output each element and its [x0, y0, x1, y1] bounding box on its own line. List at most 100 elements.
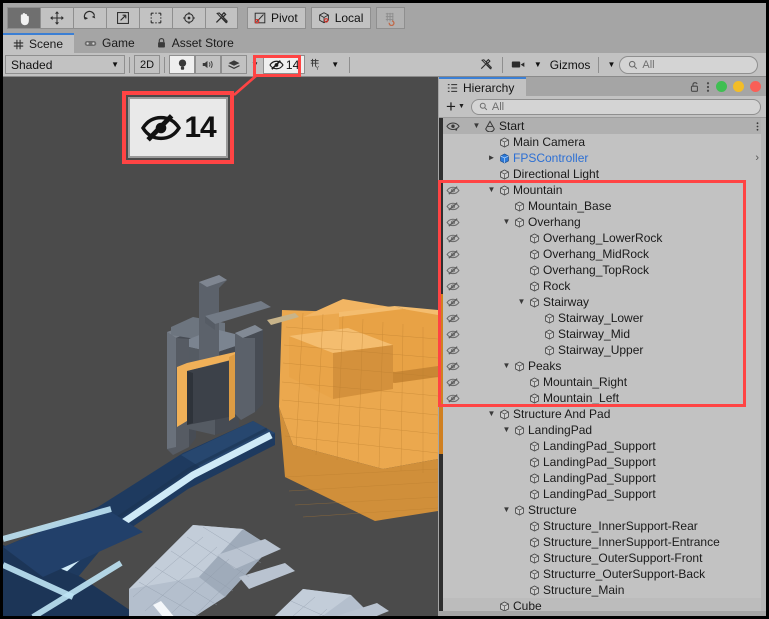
- transform-tool-button[interactable]: [172, 7, 205, 29]
- hidden-eye-off-icon[interactable]: [439, 294, 466, 310]
- hierarchy-row[interactable]: LandingPad_Support: [439, 454, 766, 470]
- hidden-eye-off-icon[interactable]: [439, 374, 466, 390]
- hidden-eye-off-icon[interactable]: [439, 230, 466, 246]
- hidden-eye-off-icon[interactable]: [439, 246, 466, 262]
- hierarchy-row[interactable]: Structure_Main: [439, 582, 766, 598]
- hierarchy-row[interactable]: LandingPad_Support: [439, 486, 766, 502]
- scene-camera-dropdown[interactable]: ▼: [530, 55, 546, 74]
- effects-icon: [227, 59, 241, 71]
- collapse-arrow-icon[interactable]: ▼: [502, 426, 511, 434]
- hierarchy-row[interactable]: Mountain_Left: [439, 390, 766, 406]
- collapse-arrow-icon[interactable]: ▼: [487, 186, 496, 194]
- hierarchy-row[interactable]: Structure_InnerSupport-Rear: [439, 518, 766, 534]
- hierarchy-row[interactable]: Mountain_Base: [439, 198, 766, 214]
- local-toggle-button[interactable]: Local: [311, 7, 372, 29]
- hidden-eye-off-icon[interactable]: [439, 390, 466, 406]
- hidden-eye-off-icon[interactable]: [439, 182, 466, 198]
- draw-mode-dropdown[interactable]: Shaded ▼: [5, 55, 125, 74]
- hierarchy-row[interactable]: ▼Overhang: [439, 214, 766, 230]
- hierarchy-row[interactable]: ▼Mountain: [439, 182, 766, 198]
- gizmos-button[interactable]: Gizmos: [546, 55, 595, 74]
- hierarchy-row[interactable]: ▼Stairway: [439, 294, 766, 310]
- hierarchy-row[interactable]: Overhang_TopRock: [439, 262, 766, 278]
- snap-toggle-button[interactable]: [376, 7, 405, 29]
- hidden-eye-off-icon[interactable]: [439, 214, 466, 230]
- hidden-eye-off-icon[interactable]: [439, 326, 466, 342]
- scene-audio-button[interactable]: [195, 55, 221, 74]
- hidden-eye-off-icon[interactable]: [439, 342, 466, 358]
- collapse-arrow-icon[interactable]: ▼: [502, 506, 511, 514]
- hierarchy-row[interactable]: ▼Peaks: [439, 358, 766, 374]
- hierarchy-window-tools: [690, 77, 761, 96]
- hierarchy-row[interactable]: Stairway_Upper: [439, 342, 766, 358]
- rotate-tool-button[interactable]: [73, 7, 106, 29]
- scene-component-tools-button[interactable]: [475, 55, 498, 74]
- hidden-eye-off-icon[interactable]: [439, 278, 466, 294]
- scene-search-input[interactable]: All: [619, 56, 758, 74]
- tab-game[interactable]: Game: [74, 33, 146, 53]
- hierarchy-row[interactable]: LandingPad_Support: [439, 470, 766, 486]
- expand-arrow-icon[interactable]: ►: [487, 154, 496, 162]
- hierarchy-scrollbar[interactable]: [761, 118, 766, 619]
- hierarchy-row-list[interactable]: ▼StartMain Camera►FPSController›Directio…: [439, 118, 766, 619]
- hierarchy-row-label: Overhang_LowerRock: [543, 231, 662, 245]
- tab-asset-store[interactable]: Asset Store: [146, 33, 245, 53]
- hierarchy-row[interactable]: Directional Light: [439, 166, 766, 182]
- custom-editor-tool-button[interactable]: [205, 7, 238, 29]
- window-dot-red[interactable]: [750, 81, 761, 92]
- collapse-arrow-icon[interactable]: ▼: [502, 218, 511, 226]
- hierarchy-row[interactable]: ▼Structure: [439, 502, 766, 518]
- scene-kebab-menu-icon[interactable]: [756, 118, 759, 134]
- hidden-eye-off-icon[interactable]: [439, 358, 466, 374]
- hierarchy-row[interactable]: Overhang_LowerRock: [439, 230, 766, 246]
- hierarchy-row-label: Directional Light: [513, 167, 599, 181]
- move-tool-button[interactable]: [40, 7, 73, 29]
- hierarchy-row[interactable]: Mountain_Right: [439, 374, 766, 390]
- scene-fx-button[interactable]: [221, 55, 247, 74]
- hierarchy-row[interactable]: ▼Structure And Pad: [439, 406, 766, 422]
- hierarchy-row-content: ▼Structure: [502, 503, 577, 517]
- hierarchy-add-button[interactable]: + ▼: [444, 98, 467, 115]
- visible-eye-icon[interactable]: [439, 118, 466, 134]
- open-prefab-chevron-icon[interactable]: ›: [755, 150, 759, 166]
- hierarchy-row[interactable]: Structurre_OuterSupport-Back: [439, 566, 766, 582]
- toggle-2d-button[interactable]: 2D: [134, 55, 160, 74]
- window-dot-green[interactable]: [716, 81, 727, 92]
- collapse-arrow-icon[interactable]: ▼: [487, 410, 496, 418]
- scale-tool-button[interactable]: [106, 7, 139, 29]
- gizmos-dropdown[interactable]: ▼: [603, 55, 619, 74]
- scene-lighting-button[interactable]: [169, 55, 195, 74]
- window-dot-yellow[interactable]: [733, 81, 744, 92]
- collapse-arrow-icon[interactable]: ▼: [472, 122, 481, 130]
- hierarchy-row[interactable]: ▼Start: [439, 118, 766, 134]
- hierarchy-row[interactable]: ▼LandingPad: [439, 422, 766, 438]
- tab-scene[interactable]: Scene: [3, 33, 74, 53]
- editor-tab-bar: Scene Game Asset Store: [3, 33, 766, 53]
- hidden-eye-off-icon[interactable]: [439, 310, 466, 326]
- hierarchy-row[interactable]: LandingPad_Support: [439, 438, 766, 454]
- hierarchy-row[interactable]: Rock: [439, 278, 766, 294]
- gameobject-cube-icon: [529, 233, 540, 244]
- hidden-eye-off-icon[interactable]: [439, 262, 466, 278]
- tab-hierarchy[interactable]: Hierarchy: [439, 77, 526, 96]
- hierarchy-row[interactable]: Stairway_Mid: [439, 326, 766, 342]
- hierarchy-row[interactable]: Structure_InnerSupport-Entrance: [439, 534, 766, 550]
- kebab-menu-icon[interactable]: [706, 81, 710, 93]
- scene-grid-button[interactable]: Y: [305, 55, 327, 74]
- hierarchy-row[interactable]: Structure_OuterSupport-Front: [439, 550, 766, 566]
- hierarchy-row[interactable]: ►FPSController›: [439, 150, 766, 166]
- pivot-toggle-button[interactable]: Pivot: [247, 7, 306, 29]
- hand-tool-button[interactable]: [7, 7, 40, 29]
- hierarchy-row[interactable]: Main Camera: [439, 134, 766, 150]
- hierarchy-search-input[interactable]: All: [471, 99, 761, 115]
- hierarchy-row[interactable]: Stairway_Lower: [439, 310, 766, 326]
- eye-toggle-slot: [439, 582, 466, 598]
- hidden-eye-off-icon[interactable]: [439, 198, 466, 214]
- collapse-arrow-icon[interactable]: ▼: [502, 362, 511, 370]
- collapse-arrow-icon[interactable]: ▼: [517, 298, 526, 306]
- lock-open-icon[interactable]: [690, 81, 700, 93]
- rect-tool-button[interactable]: [139, 7, 172, 29]
- scene-grid-dropdown[interactable]: ▼: [327, 55, 343, 74]
- hierarchy-row[interactable]: Overhang_MidRock: [439, 246, 766, 262]
- scene-camera-button[interactable]: [507, 55, 530, 74]
